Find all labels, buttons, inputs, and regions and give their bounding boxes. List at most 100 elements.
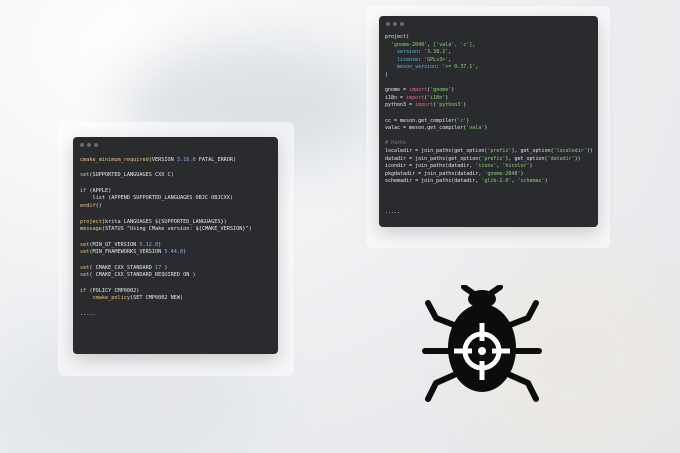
code-line: endif() bbox=[80, 203, 252, 211]
window-dot-icon bbox=[386, 22, 390, 26]
code-token: gnome = bbox=[385, 87, 410, 94]
code-token: icondir = join_paths(datadir, bbox=[385, 163, 476, 170]
code-token: ) bbox=[466, 117, 470, 124]
code-token: 'GPLv3+' bbox=[424, 56, 449, 63]
code-token: datadir = join_paths(get_option( bbox=[385, 155, 482, 162]
code-token: (POLICY CMP0002) bbox=[86, 287, 140, 294]
code-token: 'prefix' bbox=[481, 155, 506, 162]
code-line: if (APPLE) bbox=[80, 188, 252, 196]
code-line: cmake_minimum_required(VERSION 3.16.0 FA… bbox=[80, 157, 252, 165]
code-token: set bbox=[80, 264, 90, 271]
code-token: cmake_minimum_required bbox=[80, 157, 149, 163]
code-token: # Paths bbox=[385, 140, 407, 147]
code-line: cc = meson.get_compiler('c') bbox=[385, 118, 593, 126]
window-controls bbox=[386, 22, 404, 26]
code-token: )) bbox=[586, 147, 593, 154]
code-line: license: 'GPLv3+', bbox=[385, 57, 593, 65]
code-token: set bbox=[80, 272, 90, 279]
code-line: python3 = import('python3') bbox=[385, 102, 593, 110]
code-token: ) bbox=[385, 71, 389, 78]
code-line: gnome = import('gnome') bbox=[385, 87, 593, 95]
code-line: datadir = join_paths(get_option('prefix'… bbox=[385, 156, 593, 164]
code-token: ) bbox=[158, 241, 162, 248]
code-line: set(MIN_FRAMEWORKS_VERSION 5.44.0) bbox=[80, 249, 252, 257]
code-token: 5.12.0 bbox=[139, 241, 159, 248]
code-token: valac = meson.get_compiler( bbox=[385, 125, 467, 132]
window-dot-icon bbox=[80, 143, 84, 147]
code-line: set(SUPPORTED_LANGUAGES CXX C) bbox=[80, 172, 252, 180]
code-token: ) bbox=[484, 125, 488, 132]
code-token: ..... bbox=[385, 208, 401, 215]
bug-with-crosshair-icon bbox=[422, 285, 542, 402]
code-token: meson_version bbox=[397, 64, 437, 71]
code-line: cmake_policy(SET CMP0002 NEW) bbox=[80, 295, 252, 303]
code-token: 'schemas' bbox=[517, 178, 545, 185]
code-token: ) bbox=[544, 178, 548, 185]
code-line: i18n = import('i18n') bbox=[385, 95, 593, 103]
code-token: (SET CMP0002 NEW) bbox=[129, 295, 184, 302]
code-token: set bbox=[80, 249, 90, 256]
code-token: (APPLE) bbox=[86, 187, 112, 194]
code-token: '>= 0.37.1' bbox=[442, 64, 476, 71]
code-token: '3.38.2' bbox=[424, 49, 449, 56]
code-token: 'datadir' bbox=[547, 155, 575, 162]
code-line: ..... bbox=[80, 311, 252, 319]
code-token: python3 = bbox=[385, 102, 416, 109]
code-token: (STATUS "Using CMake version: ${CMAKE_VE… bbox=[101, 226, 252, 233]
code-token: 'c' bbox=[457, 117, 467, 124]
code-token: endif bbox=[80, 203, 96, 210]
code-token: 'hicolor' bbox=[502, 163, 530, 170]
code-token: set bbox=[80, 241, 90, 248]
code-token: 'gnome-2048' bbox=[391, 41, 428, 48]
code-line: meson_version: '>= 0.37.1', bbox=[385, 64, 593, 72]
code-block: cmake_minimum_required(VERSION 3.16.0 FA… bbox=[80, 157, 252, 318]
window-dot-icon bbox=[87, 143, 91, 147]
code-token: )) bbox=[574, 155, 581, 162]
code-line: project( bbox=[385, 34, 593, 42]
code-block: project( 'gnome-2048', ['vala', 'c'], ve… bbox=[385, 34, 593, 216]
code-token: project( bbox=[385, 34, 410, 40]
code-token: ) bbox=[161, 264, 168, 271]
code-token: cmake_policy bbox=[92, 295, 130, 302]
code-line: ..... bbox=[385, 209, 593, 217]
code-token: 'localedir' bbox=[553, 147, 587, 154]
cmake-code-window: cmake_minimum_required(VERSION 3.16.0 FA… bbox=[73, 137, 278, 354]
window-dot-icon bbox=[94, 143, 98, 147]
code-token: , bbox=[448, 49, 452, 56]
code-token: import bbox=[406, 94, 425, 101]
code-token: ), get_option( bbox=[511, 147, 554, 154]
code-token: (MIN_QT_VERSION bbox=[89, 241, 140, 248]
code-token: (MIN_FRAMEWORKS_VERSION bbox=[89, 249, 165, 256]
code-token: 'prefix' bbox=[487, 147, 512, 154]
code-token: ) bbox=[520, 170, 524, 177]
code-token: i18n = bbox=[385, 94, 407, 101]
code-token: 'vala' bbox=[466, 125, 485, 132]
code-token: 'icons' bbox=[475, 163, 497, 170]
code-line: if (POLICY CMP0002) bbox=[80, 288, 252, 296]
code-token: ) bbox=[451, 87, 455, 94]
code-token: ( CMAKE_CXX_STANDARD bbox=[89, 264, 155, 271]
code-line: set(MIN_QT_VERSION 5.12.0) bbox=[80, 242, 252, 250]
code-token: ) bbox=[463, 102, 467, 109]
code-token: 'glib-2.0' bbox=[481, 178, 512, 185]
code-token: schemadir = join_paths(datadir, bbox=[385, 178, 482, 185]
code-line: project(krita LANGUAGES ${SUPPORTED_LANG… bbox=[80, 219, 252, 227]
code-token: license bbox=[397, 56, 419, 63]
code-token: message bbox=[80, 226, 102, 233]
code-token: ) bbox=[183, 249, 187, 256]
code-token: list (APPEND SUPPORTED_LANGUAGES OBJC OB… bbox=[80, 195, 234, 202]
window-dot-icon bbox=[400, 22, 404, 26]
code-token: 5.44.0 bbox=[164, 249, 184, 256]
window-controls bbox=[80, 143, 98, 147]
